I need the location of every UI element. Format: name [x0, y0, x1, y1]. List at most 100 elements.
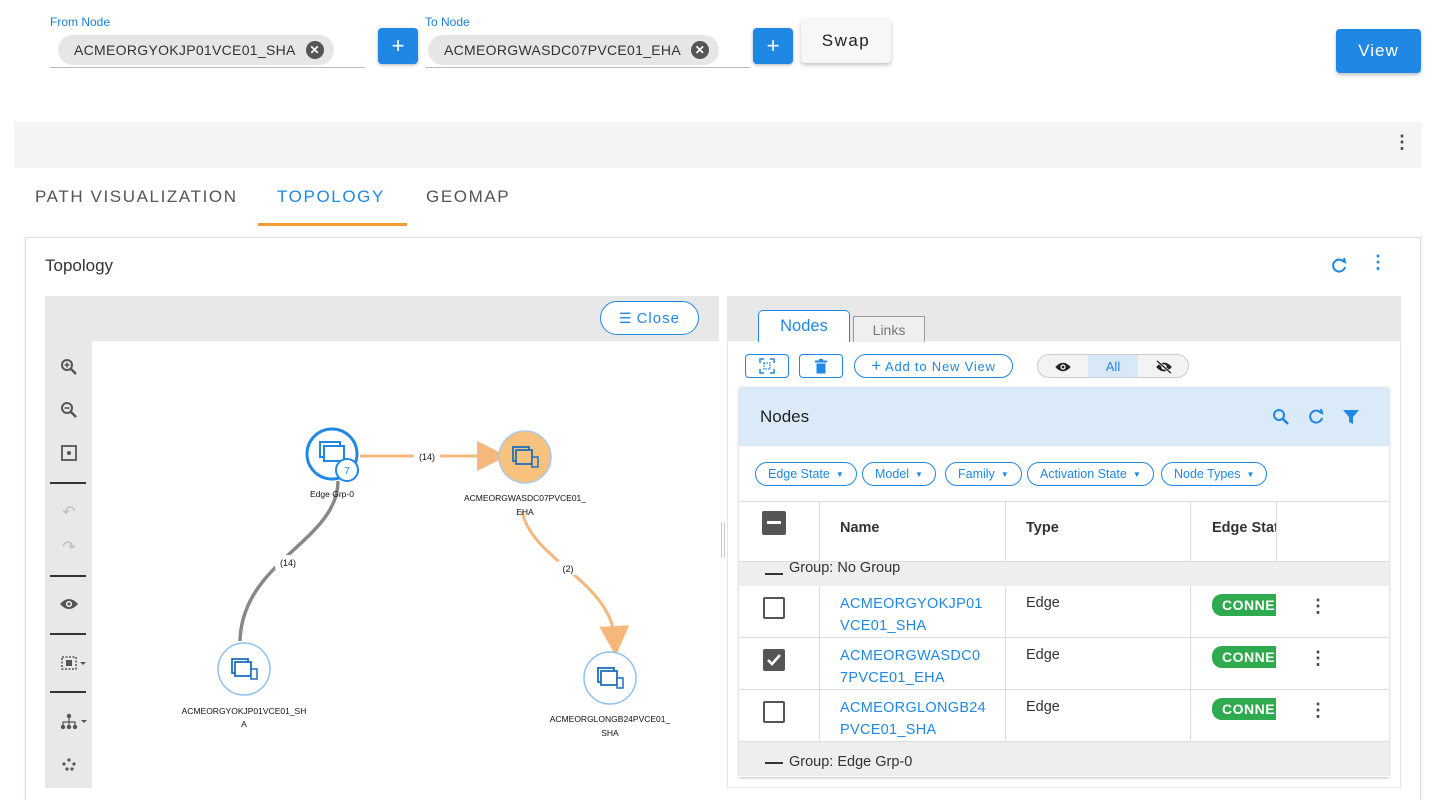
column-edge-state[interactable]: Edge Stat [1212, 520, 1276, 536]
filter-family[interactable]: Family ▼ [945, 462, 1022, 486]
show-all-option[interactable]: All [1088, 355, 1138, 377]
filter-label: Node Types [1174, 467, 1241, 481]
delete-button[interactable] [799, 354, 843, 378]
remove-to-node-icon[interactable]: ✕ [690, 41, 709, 59]
node-name-line: ACMEORGYOKJP01 [840, 596, 983, 612]
edge-label: (14) [419, 452, 435, 462]
remove-from-node-icon[interactable]: ✕ [305, 41, 324, 59]
topology-more-icon[interactable]: ⋮ [1369, 253, 1387, 271]
row-checkbox[interactable] [763, 597, 785, 619]
edge-label: (14) [280, 558, 296, 568]
show-hidden-option[interactable] [1138, 355, 1188, 377]
node-name-link[interactable]: ACMEORGWASDC0 7PVCE01_EHA [840, 645, 980, 689]
filter-label: Activation State [1040, 467, 1127, 481]
filter-label: Model [875, 467, 910, 481]
node-name-link[interactable]: ACMEORGYOKJP01 VCE01_SHA [840, 593, 983, 637]
check-icon [767, 654, 781, 666]
row-checkbox[interactable] [763, 701, 785, 723]
zoom-out-icon[interactable] [54, 395, 84, 425]
filter-icon[interactable] [1342, 408, 1360, 431]
view-button[interactable]: View [1336, 29, 1421, 73]
node-longb[interactable] [583, 651, 637, 705]
select-area-icon [759, 358, 775, 374]
table-row[interactable] [739, 638, 1389, 690]
layout-hierarchy-icon[interactable] [56, 707, 92, 737]
node-label: ACMEORGWASDC07PVCE01_ [464, 493, 586, 503]
refresh-icon[interactable] [1329, 256, 1349, 276]
status-badge: CONNE [1212, 698, 1276, 720]
tab-geomap[interactable]: GEOMAP [426, 187, 510, 207]
row-more-icon[interactable]: ⋮ [1309, 649, 1327, 667]
caret-down-icon: ▼ [915, 469, 923, 479]
close-graph-options-button[interactable]: ☰ Close [600, 301, 699, 335]
tab-links[interactable]: Links [853, 316, 925, 342]
node-label: ACMEORGYOKJP01VCE01_SH [182, 706, 307, 716]
row-checkbox[interactable] [763, 649, 785, 671]
to-node-chip: ACMEORGWASDC07PVCE01_EHA ✕ [428, 35, 719, 65]
add-to-node-button[interactable]: + [753, 28, 793, 64]
tab-path-visualization[interactable]: PATH VISUALIZATION [35, 187, 238, 207]
zoom-in-icon[interactable] [54, 352, 84, 382]
group-label: Group: No Group [789, 560, 901, 576]
filter-activation-state[interactable]: Activation State ▼ [1027, 462, 1154, 486]
tab-nodes[interactable]: Nodes [758, 310, 850, 342]
table-row[interactable] [739, 690, 1389, 742]
group-node-edge-grp-0[interactable]: 7 [305, 427, 359, 482]
row-more-icon[interactable]: ⋮ [1309, 597, 1327, 615]
indeterminate-icon [767, 521, 781, 524]
eye-off-icon [1156, 360, 1172, 374]
caret-down-icon: ▼ [1132, 469, 1141, 479]
node-wasdc[interactable] [498, 430, 552, 484]
node-name-link[interactable]: ACMEORGLONGB24 PVCE01_SHA [840, 697, 986, 741]
filter-model[interactable]: Model ▼ [862, 462, 936, 486]
fit-to-screen-icon[interactable] [54, 438, 84, 468]
select-mode-icon[interactable] [56, 648, 92, 678]
from-node-chip: ACMEORGYOKJP01VCE01_SHA ✕ [58, 35, 334, 65]
plus-icon: + [871, 356, 882, 375]
filter-edge-state[interactable]: Edge State ▼ [755, 462, 857, 486]
node-type: Edge [1026, 595, 1060, 611]
nodes-card-title: Nodes [760, 407, 810, 426]
trash-icon [815, 358, 827, 373]
refresh-nodes-icon[interactable] [1306, 407, 1326, 432]
search-icon[interactable] [1272, 408, 1290, 431]
node-name-line: VCE01_SHA [840, 618, 927, 634]
group-count: 7 [344, 466, 350, 477]
add-to-new-view-label: Add to New View [884, 358, 996, 374]
column-divider [1276, 501, 1277, 562]
node-label: ACMEORGLONGB24PVCE01_ [550, 714, 671, 724]
filter-label: Edge State [768, 467, 830, 481]
add-from-node-button[interactable]: + [378, 28, 418, 64]
collapse-icon [765, 573, 783, 575]
select-all-checkbox[interactable] [762, 511, 786, 535]
topology-graph: (14) (14) (2) 7 Edge Grp-0 ACMEORGWASDC0… [182, 427, 671, 738]
collapse-icon [765, 762, 783, 764]
to-node-chip-text: ACMEORGWASDC07PVCE01_EHA [444, 42, 681, 58]
filter-node-types[interactable]: Node Types ▼ [1161, 462, 1268, 486]
row-more-icon[interactable]: ⋮ [1309, 701, 1327, 719]
visibility-icon[interactable] [54, 589, 84, 619]
node-name-line: 7PVCE01_EHA [840, 670, 945, 686]
select-nodes-button[interactable] [745, 354, 789, 378]
to-node-field[interactable]: ACMEORGWASDC07PVCE01_EHA ✕ [425, 34, 750, 68]
options-band [14, 122, 1422, 168]
show-visible-option[interactable] [1038, 355, 1088, 377]
node-yokjp[interactable] [217, 642, 271, 696]
page-more-icon[interactable]: ⋮ [1393, 133, 1411, 151]
panel-splitter[interactable] [721, 522, 725, 558]
from-node-field[interactable]: ACMEORGYOKJP01VCE01_SHA ✕ [50, 34, 365, 68]
layout-scatter-icon[interactable] [54, 750, 84, 780]
swap-button[interactable]: Swap [801, 19, 891, 63]
table-row[interactable] [739, 586, 1389, 638]
column-type[interactable]: Type [1026, 520, 1059, 536]
redo-icon[interactable]: ↷ [54, 532, 84, 562]
toolbar-divider [50, 482, 86, 484]
tab-topology[interactable]: TOPOLOGY [277, 187, 385, 207]
node-type: Edge [1026, 699, 1060, 715]
column-name[interactable]: Name [840, 520, 880, 536]
from-node-chip-text: ACMEORGYOKJP01VCE01_SHA [74, 42, 296, 58]
add-to-new-view-button[interactable]: + Add to New View [854, 354, 1013, 378]
column-divider [819, 501, 820, 562]
undo-icon[interactable]: ↶ [54, 497, 84, 527]
edge-wasdc-to-longb[interactable] [520, 510, 630, 656]
